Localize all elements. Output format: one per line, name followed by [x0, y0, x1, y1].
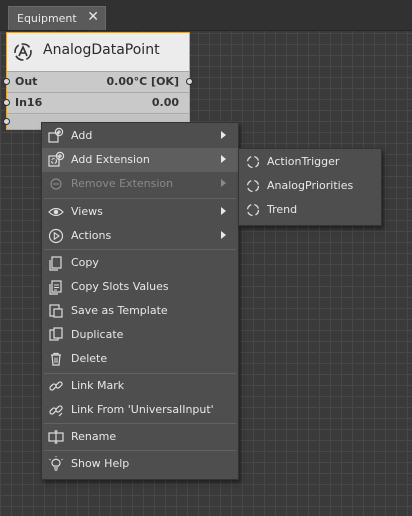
input-pin[interactable] [3, 78, 10, 85]
chevron-right-icon [221, 155, 226, 163]
extension-icon [246, 155, 260, 169]
menu-item-label: Save as Template [71, 304, 168, 317]
analog-point-icon [14, 43, 32, 61]
submenu-item-label: AnalogPriorities [267, 179, 354, 192]
menu-item-copy[interactable]: Copy [42, 251, 238, 275]
component-header[interactable]: AnalogDataPoint [7, 33, 189, 72]
menu-item-label: Link From 'UniversalInput' [71, 403, 214, 416]
output-pin[interactable] [186, 78, 193, 85]
menu-separator [44, 450, 236, 451]
template-icon [49, 304, 63, 318]
menu-item-rename[interactable]: Rename [42, 425, 238, 449]
submenu-item-trend[interactable]: Trend [239, 198, 381, 222]
slot-in16[interactable]: In16 0.00 [3, 93, 189, 114]
slot-value: 0.00 [151, 96, 179, 109]
copy-icon [49, 256, 62, 271]
menu-item-label: Rename [71, 430, 117, 443]
lightbulb-icon [49, 456, 63, 471]
add-icon [48, 127, 64, 143]
chevron-right-icon [221, 231, 226, 239]
submenu-item-analog-priorities[interactable]: AnalogPriorities [239, 174, 381, 198]
menu-item-add-extension[interactable]: Add Extension [42, 148, 238, 172]
eye-icon [48, 207, 64, 217]
component-name: AnalogDataPoint [43, 42, 160, 58]
menu-item-save-as-template[interactable]: Save as Template [42, 299, 238, 323]
menu-item-label: Delete [71, 352, 108, 365]
extension-icon [246, 203, 260, 217]
menu-item-label: Show Help [71, 457, 130, 470]
menu-separator [44, 423, 236, 424]
remove-icon [50, 178, 62, 190]
context-menu: Add Add Extension Remove Extension Views [41, 122, 239, 480]
trash-icon [51, 352, 61, 366]
input-pin[interactable] [3, 99, 10, 106]
duplicate-icon [49, 327, 63, 341]
rename-icon [48, 430, 64, 444]
menu-item-add[interactable]: Add [42, 124, 238, 148]
add-extension-submenu: ActionTrigger AnalogPriorities Trend [238, 148, 382, 226]
menu-item-duplicate[interactable]: Duplicate [42, 323, 238, 347]
add-extension-icon [48, 151, 65, 167]
link-from-icon [49, 405, 63, 417]
menu-item-actions[interactable]: Actions [42, 224, 238, 248]
menu-item-link-mark[interactable]: Link Mark [42, 374, 238, 398]
menu-item-label: Views [71, 205, 103, 218]
input-pin[interactable] [3, 118, 10, 125]
slot-value: 0.00°C [OK] [106, 75, 179, 88]
link-icon [49, 381, 63, 391]
slot-label: In16 [15, 96, 43, 109]
extension-icon [246, 179, 260, 193]
menu-item-label: Copy [71, 256, 99, 269]
menu-item-show-help[interactable]: Show Help [42, 452, 238, 476]
menu-item-label: Actions [71, 229, 112, 242]
menu-item-label: Add Extension [71, 153, 150, 166]
menu-item-delete[interactable]: Delete [42, 347, 238, 371]
play-circle-icon [48, 228, 64, 244]
chevron-right-icon [221, 207, 226, 215]
menu-item-views[interactable]: Views [42, 200, 238, 224]
menu-item-link-from[interactable]: Link From 'UniversalInput' [42, 398, 238, 422]
submenu-item-label: ActionTrigger [267, 155, 340, 168]
chevron-right-icon [221, 131, 226, 139]
close-icon[interactable]: ✕ [87, 10, 99, 24]
menu-item-label: Link Mark [71, 379, 125, 392]
copy-slots-icon [49, 280, 62, 295]
menu-item-remove-extension[interactable]: Remove Extension [42, 172, 238, 196]
submenu-item-action-trigger[interactable]: ActionTrigger [239, 150, 381, 174]
component-block[interactable]: AnalogDataPoint Out 0.00°C [OK] In16 0.0… [3, 32, 193, 130]
tab-equipment[interactable]: Equipment ✕ [8, 6, 106, 30]
menu-separator [44, 198, 236, 199]
slot-label: Out [15, 75, 38, 88]
submenu-item-label: Trend [267, 203, 298, 216]
menu-item-copy-slots-values[interactable]: Copy Slots Values [42, 275, 238, 299]
menu-item-label: Remove Extension [71, 177, 174, 190]
chevron-right-icon [221, 179, 226, 187]
slot-out[interactable]: Out 0.00°C [OK] [3, 72, 193, 93]
menu-item-label: Copy Slots Values [71, 280, 169, 293]
menu-item-label: Duplicate [71, 328, 124, 341]
tab-strip: Equipment ✕ [0, 0, 412, 31]
menu-item-label: Add [71, 129, 93, 142]
menu-separator [44, 249, 236, 250]
tab-label: Equipment [17, 12, 77, 25]
